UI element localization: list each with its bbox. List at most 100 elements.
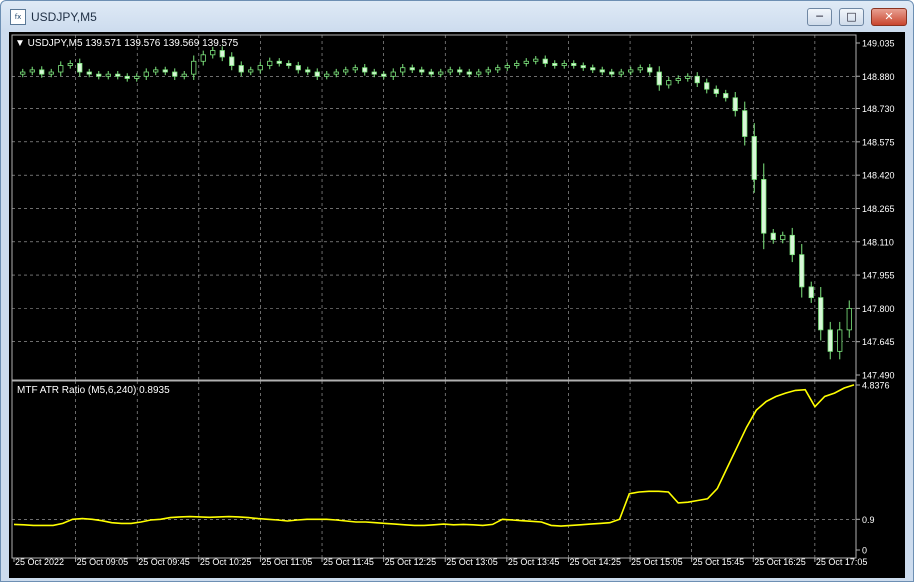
time-tick-label: 25 Oct 13:45	[508, 557, 560, 567]
grid-lines	[11, 34, 857, 559]
time-tick-label: 25 Oct 16:25	[754, 557, 806, 567]
candle-body	[542, 58, 548, 64]
candle-body	[846, 307, 852, 331]
time-tick-label: 25 Oct 15:45	[693, 557, 745, 567]
time-tick-label: 25 Oct 17:05	[816, 557, 868, 567]
candle-body	[400, 67, 406, 73]
atr-ratio-line	[13, 384, 855, 527]
candle-body	[732, 97, 738, 112]
candle-body	[96, 73, 102, 77]
candle-body	[29, 69, 35, 73]
price-tick-label: 147.645	[862, 337, 895, 347]
candle-body	[381, 73, 387, 77]
candle-body	[105, 73, 111, 77]
price-tick-label: 148.575	[862, 137, 895, 147]
candle-body	[761, 179, 767, 234]
candle-body	[628, 69, 634, 73]
candle-body	[647, 67, 653, 73]
time-tick-label: 25 Oct 09:45	[138, 557, 190, 567]
candle-body	[694, 75, 700, 84]
candle-body	[419, 69, 425, 73]
candle-body	[571, 63, 577, 66]
candle-body	[723, 93, 729, 99]
candle-body	[314, 71, 320, 77]
close-button[interactable]: ✕	[871, 8, 907, 26]
price-tick-label: 147.490	[862, 371, 895, 381]
price-panel-frame	[11, 34, 857, 381]
candle-body	[134, 75, 140, 79]
candle-body	[495, 67, 501, 71]
indicator-panel-frame	[11, 380, 857, 559]
indicator-tick-label: 0	[862, 546, 867, 556]
candle-body	[229, 56, 235, 66]
candle-body	[742, 110, 748, 137]
candle-body	[352, 67, 358, 71]
candle-body	[485, 69, 491, 73]
candle-body	[789, 234, 795, 256]
time-tick-label: 25 Oct 11:45	[323, 557, 374, 567]
candle-body	[799, 254, 805, 288]
candle-body	[219, 50, 225, 58]
chart-canvas[interactable]: 149.035 148.880 148.730 148.575 148.420 148.2…	[9, 32, 905, 578]
candle-body	[533, 58, 539, 62]
price-tick-label: 147.955	[862, 271, 895, 281]
candle-body	[210, 50, 216, 56]
candle-body	[390, 71, 396, 77]
candle-body	[457, 69, 463, 73]
axis-labels: 149.035 148.880 148.730 148.575 148.420 148.2…	[13, 39, 895, 567]
chart-window-icon: fx	[10, 9, 26, 25]
candle-body	[704, 82, 710, 90]
price-tick-label: 148.265	[862, 204, 895, 214]
candle-body	[48, 71, 54, 75]
candle-body	[675, 78, 681, 82]
time-tick-label: 25 Oct 10:25	[200, 557, 252, 567]
price-tick-label: 148.110	[862, 237, 894, 247]
candle-body	[257, 65, 263, 71]
candle-body	[238, 65, 244, 73]
price-candles[interactable]	[20, 46, 852, 360]
indicator-plot[interactable]	[13, 384, 855, 527]
close-icon: ✕	[884, 10, 894, 23]
candle-body	[770, 232, 776, 241]
candle-body	[580, 65, 586, 69]
candle-body	[590, 67, 596, 71]
candle-body	[523, 60, 529, 64]
time-tick-label: 25 Oct 14:25	[569, 557, 621, 567]
candle-body	[656, 71, 662, 86]
candle-body	[514, 63, 520, 66]
time-tick-label: 25 Oct 12:25	[385, 557, 437, 567]
candle-body	[818, 297, 824, 331]
candle-body	[86, 71, 92, 75]
minimize-button[interactable]: ─	[807, 8, 832, 26]
maximize-button[interactable]: □	[839, 8, 864, 26]
price-tick-label: 149.035	[862, 39, 895, 49]
price-tick-label: 148.420	[862, 171, 895, 181]
chart-window: fx USDJPY,M5 ─ □ ✕ 149.035 148.880 148.730…	[0, 0, 914, 582]
indicator-tick-label: 0.9	[862, 515, 875, 525]
candle-body	[77, 63, 83, 73]
candle-body	[561, 63, 567, 66]
candle-body	[685, 75, 691, 79]
candle-body	[20, 71, 26, 75]
indicator-panel-header: MTF ATR Ratio (M5,6,240) 0.8935	[17, 385, 170, 396]
candle-body	[552, 63, 558, 66]
candle-body	[409, 67, 415, 71]
chart-area[interactable]: 149.035 148.880 148.730 148.575 148.420 148.2…	[9, 32, 905, 578]
time-tick-label: 25 Oct 11:05	[261, 557, 312, 567]
time-tick-label: 25 Oct 13:05	[446, 557, 498, 567]
candle-body	[609, 71, 615, 75]
title-bar[interactable]: fx USDJPY,M5 ─ □ ✕	[1, 1, 913, 33]
candle-body	[295, 65, 301, 71]
candle-body	[713, 88, 719, 94]
candle-body	[618, 71, 624, 75]
candle-body	[191, 60, 197, 75]
candle-body	[637, 67, 643, 71]
candle-body	[476, 71, 482, 75]
candle-body	[751, 136, 757, 180]
candle-body	[67, 63, 73, 66]
candle-body	[780, 234, 786, 241]
candle-body	[153, 69, 159, 73]
window-title: USDJPY,M5	[31, 10, 97, 24]
candle-body	[143, 71, 149, 77]
time-tick-label: 25 Oct 09:05	[77, 557, 129, 567]
